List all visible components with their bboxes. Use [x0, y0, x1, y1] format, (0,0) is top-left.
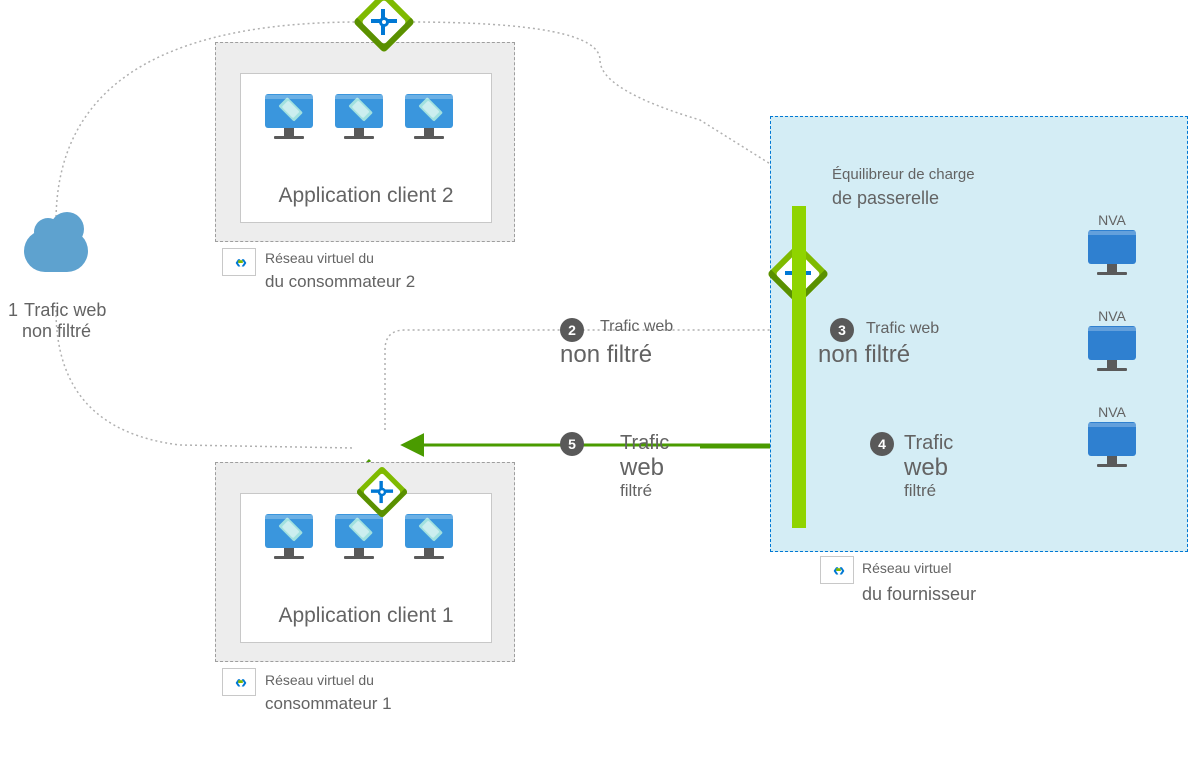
consumer2-app-label: Application client 2: [241, 184, 491, 208]
gateway-lb-line2: de passerelle: [832, 188, 939, 209]
consumer2-vnet-icon: ‹··›: [222, 248, 256, 276]
nva-2: NVA: [1088, 308, 1136, 374]
consumer2-vnet-line1: Réseau virtuel du: [265, 250, 374, 266]
consumer2-vnet-line2: du consommateur 2: [265, 272, 415, 292]
step1-line2: non filtré: [22, 321, 106, 342]
step1-number: 1: [8, 300, 18, 321]
consumer1-vnet-icon: ‹··›: [222, 668, 256, 696]
consumer1-app-label: Application client 1: [241, 604, 491, 628]
nva-3: NVA: [1088, 404, 1136, 470]
step5-label: Trafic web filtré: [620, 432, 669, 501]
consumer1-app-box: Application client 1: [240, 493, 492, 643]
consumer1-lb-icon: [363, 473, 400, 510]
consumer2-vnet-box: Application client 2: [215, 42, 515, 242]
gateway-lb-line1: Équilibreur de charge: [832, 166, 975, 183]
step2-label: Trafic web: [600, 318, 673, 336]
internet-cloud: [24, 230, 88, 272]
step2-badge: 2: [560, 318, 584, 342]
step4-badge: 4: [870, 432, 894, 456]
step3-badge: 3: [830, 318, 854, 342]
provider-vnet-line2: du fournisseur: [862, 584, 976, 605]
cloud-icon: [24, 230, 88, 272]
provider-vnet-line1: Réseau virtuel: [862, 560, 952, 576]
step1-label: 1 Trafic web non filtré: [8, 300, 106, 342]
nva-1: NVA: [1088, 212, 1136, 278]
consumer1-vnet-line1: Réseau virtuel du: [265, 672, 374, 688]
consumer2-lb-icon: [362, 0, 406, 44]
consumer1-vnet-line2: consommateur 1: [265, 694, 392, 714]
step4-label: Trafic web filtré: [904, 432, 953, 501]
step2-line2: non filtré: [560, 342, 652, 368]
provider-vnet-icon: ‹··›: [820, 556, 854, 584]
step3-line1: Trafic web: [866, 320, 939, 338]
step5-badge: 5: [560, 432, 584, 456]
consumer2-app-box: Application client 2: [240, 73, 492, 223]
step3-line2: non filtré: [818, 342, 910, 368]
gateway-lb-bar: [792, 206, 806, 528]
step1-line1: Trafic web: [24, 300, 106, 321]
